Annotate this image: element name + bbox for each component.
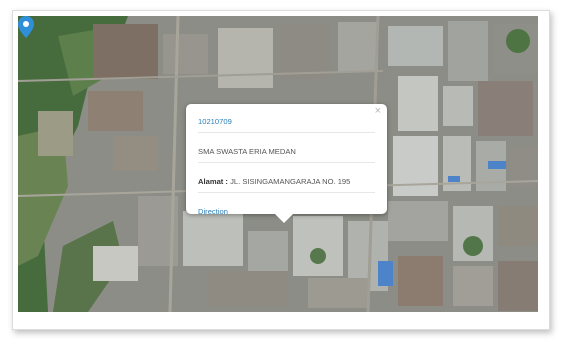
satellite-map[interactable]: × 10210709 SMA SWASTA ERIA MEDAN Alamat … bbox=[18, 16, 538, 312]
divider bbox=[198, 132, 375, 133]
info-popup: × 10210709 SMA SWASTA ERIA MEDAN Alamat … bbox=[186, 104, 387, 223]
close-icon[interactable]: × bbox=[375, 105, 381, 117]
school-id: 10210709 bbox=[198, 117, 232, 126]
map-pin-icon[interactable] bbox=[18, 16, 34, 38]
divider bbox=[198, 162, 375, 163]
address-value: JL. SISINGAMANGARAJA NO. 195 bbox=[230, 177, 351, 186]
address-label: Alamat : bbox=[198, 177, 228, 186]
school-address: Alamat : JL. SISINGAMANGARAJA NO. 195 bbox=[198, 177, 375, 186]
direction-link[interactable]: Direction bbox=[198, 207, 375, 216]
school-name: SMA SWASTA ERIA MEDAN bbox=[198, 147, 296, 156]
divider bbox=[198, 192, 375, 193]
